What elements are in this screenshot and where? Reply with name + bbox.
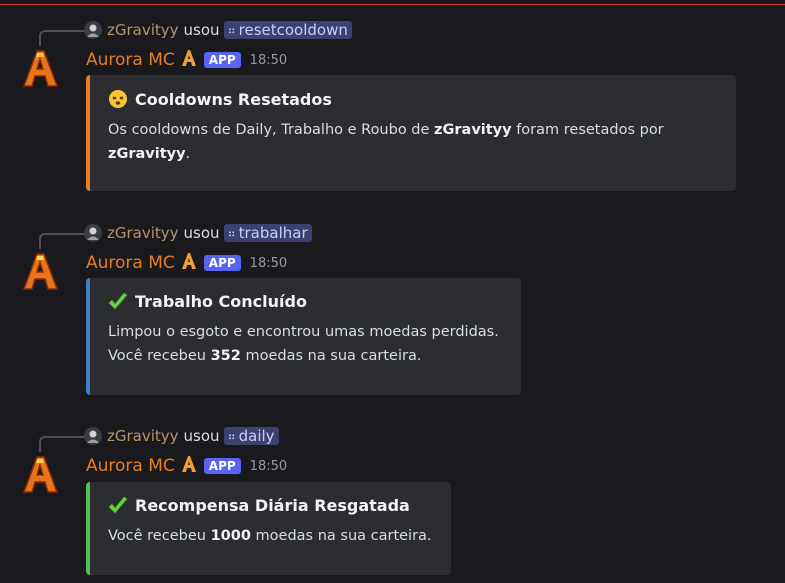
user-avatar-mini[interactable] (84, 427, 102, 445)
embed-description: Limpou o esgoto e encontrou umas moedas … (108, 320, 505, 368)
embed-title: Cooldowns Resetados (108, 89, 720, 109)
bot-avatar[interactable] (20, 454, 60, 494)
reply-spine (39, 30, 85, 46)
reply-verb: usou (183, 224, 220, 242)
reply-reference[interactable]: zGravityy usou ⠶ daily (84, 424, 279, 448)
reply-verb: usou (183, 21, 220, 39)
app-badge: APP (203, 255, 241, 271)
desc-text: moedas na sua carteira. (250, 528, 432, 544)
desc-text: Limpou o esgoto e encontrou umas moedas … (108, 324, 499, 340)
reply-spine (39, 233, 85, 249)
check-mark-icon (108, 292, 128, 311)
message-header: Aurora MC APP 18:50 (86, 454, 287, 478)
top-divider (0, 4, 785, 5)
timestamp[interactable]: 18:50 (250, 53, 287, 68)
app-badge: APP (203, 458, 241, 474)
embed-description: Os cooldowns de Daily, Trabalho e Roubo … (108, 118, 720, 166)
embed-title-text: Trabalho Concluído (135, 292, 307, 311)
embed-title: Trabalho Concluído (108, 292, 505, 311)
desc-bold: 352 (210, 348, 241, 364)
message-header: Aurora MC APP 18:50 (86, 251, 287, 275)
desc-bold: zGravityy (108, 146, 186, 162)
command-icon: ⠶ (227, 23, 236, 37)
check-mark-icon (108, 496, 128, 515)
flame-a-icon (181, 455, 197, 477)
bot-avatar[interactable] (20, 48, 60, 88)
app-badge: APP (203, 52, 241, 68)
slash-command[interactable]: ⠶ resetcooldown (223, 21, 352, 39)
desc-bold: 1000 (210, 528, 251, 544)
reply-username[interactable]: zGravityy (107, 224, 179, 242)
slash-command[interactable]: ⠶ daily (223, 427, 279, 445)
embed: Trabalho Concluído Limpou o esgoto e enc… (86, 278, 521, 395)
message-header: Aurora MC APP 18:50 (86, 48, 287, 72)
embed: Cooldowns Resetados Os cooldowns de Dail… (86, 75, 736, 191)
dizzy-face-icon (108, 89, 128, 109)
embed: Recompensa Diária Resgatada Você recebeu… (86, 482, 451, 575)
reply-verb: usou (183, 427, 220, 445)
reply-spine (39, 436, 85, 452)
command-name: daily (238, 427, 275, 445)
author-name[interactable]: Aurora MC (86, 50, 175, 70)
embed-title-text: Recompensa Diária Resgatada (135, 496, 410, 515)
reply-username[interactable]: zGravityy (107, 427, 179, 445)
desc-bold: zGravityy (434, 122, 512, 138)
command-icon: ⠶ (227, 226, 236, 240)
desc-text: moedas na sua carteira. (240, 348, 422, 364)
user-avatar-mini[interactable] (84, 224, 102, 242)
user-avatar-mini[interactable] (84, 21, 102, 39)
reply-username[interactable]: zGravityy (107, 21, 179, 39)
command-name: resetcooldown (238, 21, 348, 39)
reply-reference[interactable]: zGravityy usou ⠶ resetcooldown (84, 18, 352, 42)
author-name[interactable]: Aurora MC (86, 456, 175, 476)
reply-reference[interactable]: zGravityy usou ⠶ trabalhar (84, 221, 312, 245)
author-name[interactable]: Aurora MC (86, 253, 175, 273)
desc-text: Você recebeu (108, 348, 211, 364)
desc-text: Você recebeu (108, 528, 211, 544)
desc-text: . (185, 146, 191, 162)
embed-description: Você recebeu 1000 moedas na sua carteira… (108, 524, 435, 548)
flame-a-icon (181, 49, 197, 71)
bot-avatar[interactable] (20, 251, 60, 291)
slash-command[interactable]: ⠶ trabalhar (223, 224, 312, 242)
flame-a-icon (181, 252, 197, 274)
desc-text: Os cooldowns de Daily, Trabalho e Roubo … (108, 122, 435, 138)
timestamp[interactable]: 18:50 (250, 256, 287, 271)
desc-text: foram resetados por (511, 122, 664, 138)
command-icon: ⠶ (227, 429, 236, 443)
embed-title-text: Cooldowns Resetados (135, 89, 332, 109)
command-name: trabalhar (238, 224, 308, 242)
embed-title: Recompensa Diária Resgatada (108, 496, 435, 515)
timestamp[interactable]: 18:50 (250, 459, 287, 474)
